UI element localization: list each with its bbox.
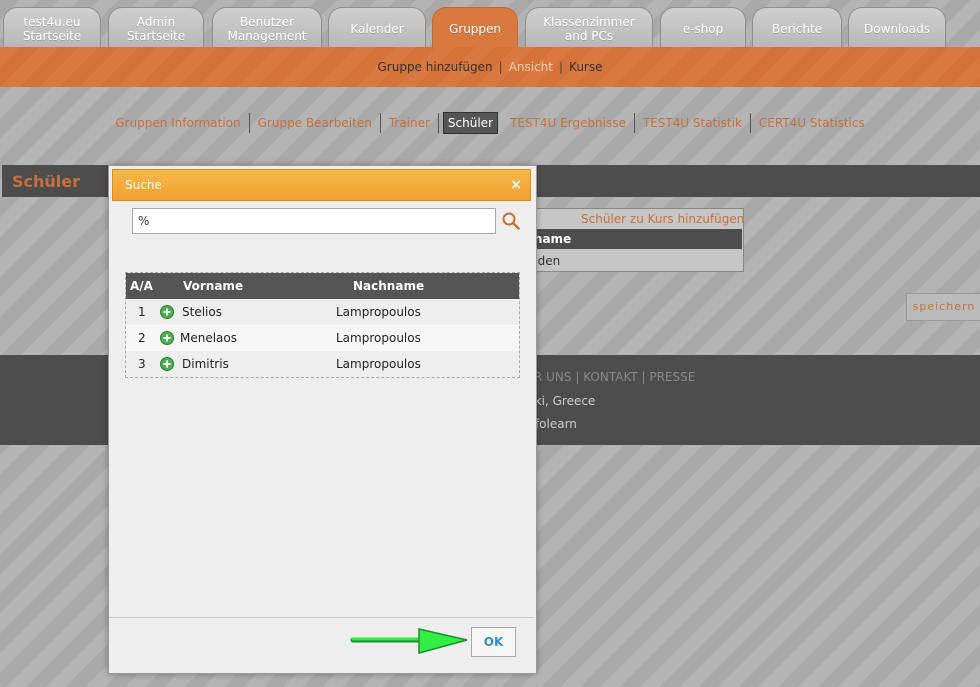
row-last-name: Lampropoulos bbox=[336, 305, 421, 319]
arrow-right-icon bbox=[350, 628, 468, 654]
results-table: A/A Vorname Nachname 1 Stelios Lampropou… bbox=[125, 272, 520, 378]
row-first-name: Menelaos bbox=[180, 331, 238, 345]
subnav-view[interactable]: Ansicht bbox=[509, 60, 553, 74]
results-table-header: A/A Vorname Nachname bbox=[126, 273, 519, 299]
course-table-row: nden bbox=[520, 252, 742, 270]
column-vorname: Vorname bbox=[183, 279, 244, 293]
group-subnav: Gruppe hinzufügen | Ansicht | Kurse bbox=[0, 47, 980, 87]
add-icon[interactable] bbox=[160, 331, 174, 345]
row-first-name: Dimitris bbox=[182, 357, 229, 371]
course-table-header: rname bbox=[520, 229, 742, 249]
main-tab-bar: test4u.eu Startseite Admin Startseite Be… bbox=[0, 0, 980, 48]
tab-gruppen-information[interactable]: Gruppen Information bbox=[107, 113, 250, 133]
row-number: 3 bbox=[138, 357, 146, 371]
row-last-name: Lampropoulos bbox=[336, 357, 421, 371]
row-number: 1 bbox=[138, 305, 146, 319]
add-student-to-course-link[interactable]: Schüler zu Kurs hinzufügen bbox=[581, 212, 744, 226]
dialog-divider bbox=[109, 617, 534, 618]
tab-klassenzimmer[interactable]: Klassenzimmer and PCs bbox=[525, 7, 653, 47]
footer-links[interactable]: R UNS | KONTAKT | PRESSE bbox=[534, 370, 695, 384]
subnav-courses[interactable]: Kurse bbox=[569, 60, 602, 74]
tab-schuler[interactable]: Schüler bbox=[442, 112, 498, 134]
row-first-name: Stelios bbox=[182, 305, 222, 319]
tab-kalender[interactable]: Kalender bbox=[328, 7, 426, 47]
ok-button[interactable]: OK bbox=[471, 627, 516, 657]
tab-gruppe-bearbeiten[interactable]: Gruppe Bearbeiten bbox=[250, 113, 381, 133]
search-icon[interactable] bbox=[502, 212, 520, 230]
tab-downloads[interactable]: Downloads bbox=[848, 7, 946, 47]
tab-admin-startseite[interactable]: Admin Startseite bbox=[108, 7, 204, 47]
table-row: 1 Stelios Lampropoulos bbox=[126, 299, 519, 325]
tab-test4u-statistik[interactable]: TEST4U Statistik bbox=[635, 113, 751, 133]
tab-test4u-startseite[interactable]: test4u.eu Startseite bbox=[3, 7, 101, 47]
row-number: 2 bbox=[138, 331, 146, 345]
group-detail-tabs: Gruppen Information Gruppe Bearbeiten Tr… bbox=[0, 112, 980, 134]
column-nachname: Nachname bbox=[353, 279, 425, 293]
close-icon[interactable]: × bbox=[510, 170, 522, 200]
add-icon[interactable] bbox=[160, 305, 174, 319]
search-dialog: Suche × A/A Vorname Nachname 1 Stelios L… bbox=[108, 165, 537, 674]
column-aa: A/A bbox=[130, 279, 153, 293]
save-button[interactable]: speichern bbox=[906, 293, 980, 321]
search-input[interactable] bbox=[132, 208, 496, 234]
tab-test4u-ergebnisse[interactable]: TEST4U Ergebnisse bbox=[502, 113, 635, 133]
row-last-name: Lampropoulos bbox=[336, 331, 421, 345]
tab-berichte[interactable]: Berichte bbox=[752, 7, 842, 47]
tab-gruppen[interactable]: Gruppen bbox=[432, 7, 518, 47]
subnav-separator: | bbox=[559, 60, 564, 74]
tab-trainer[interactable]: Trainer bbox=[381, 113, 439, 133]
subnav-separator: | bbox=[498, 60, 503, 74]
dialog-title: Suche bbox=[125, 178, 162, 192]
dialog-title-bar: Suche × bbox=[112, 169, 531, 201]
tab-e-shop[interactable]: e-shop bbox=[660, 7, 746, 47]
tab-cert4u-statistics[interactable]: CERT4U Statistics bbox=[751, 113, 873, 133]
subnav-add-group[interactable]: Gruppe hinzufügen bbox=[377, 60, 492, 74]
tab-benutzer-management[interactable]: Benutzer Management bbox=[212, 7, 322, 47]
add-icon[interactable] bbox=[160, 357, 174, 371]
section-title: Schüler bbox=[12, 172, 81, 191]
table-row: 3 Dimitris Lampropoulos bbox=[126, 351, 519, 377]
table-row: 2 Menelaos Lampropoulos bbox=[126, 325, 519, 351]
